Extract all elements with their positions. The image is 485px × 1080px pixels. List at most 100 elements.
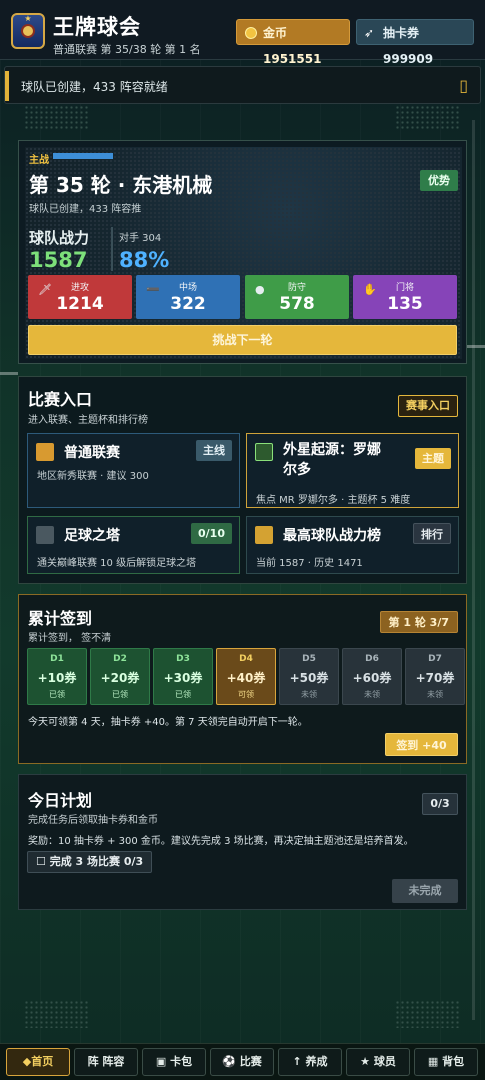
club-crest-icon[interactable]: ★ [11, 13, 45, 49]
notice-close-icon[interactable]: ▯ [459, 76, 468, 95]
theme-badge: 主题 [415, 448, 451, 469]
challenge-next-round-button[interactable]: 挑战下一轮 [28, 325, 457, 355]
signin-day[interactable]: D3 +30券 已领 [153, 648, 213, 705]
plan-count-badge: 0/3 [422, 793, 458, 815]
card-title: 外星起源：罗娜 尔多 [283, 440, 381, 480]
card-subtitle: 地区新秀联赛 · 建议 300 [37, 471, 149, 482]
signin-day[interactable]: D2 +20券 已领 [90, 648, 150, 705]
bottom-nav: ◆首页 阵 阵容 ▣ 卡包 ⚽ 比赛 ↑ 养成 ★ 球员 ▦ 背包 [0, 1043, 485, 1080]
decor-dots [24, 100, 90, 130]
incomplete-button[interactable]: 未完成 [392, 879, 458, 903]
football-tower-card[interactable]: 足球之塔 通关巅峰联赛 10 级后解锁足球之塔 0/10 [27, 516, 240, 574]
stat-value: 578 [279, 294, 315, 314]
day-label: D3 [176, 654, 190, 664]
nav-bag[interactable]: ▦ 背包 [414, 1048, 478, 1076]
stat-label: 进攻 [70, 283, 89, 293]
day-label: D6 [365, 654, 379, 664]
stat-label: 中场 [178, 283, 197, 293]
day-status: 未领 [301, 690, 317, 699]
signin-day[interactable]: D4 +40券 可领 [216, 648, 276, 705]
section-subtitle: 完成任务后领取抽卡券和金币 [28, 815, 158, 826]
card-title: 足球之塔 [64, 528, 120, 544]
stat-midfield: ➖ 中场 322 [136, 275, 240, 319]
nav-home[interactable]: ◆首页 [6, 1048, 70, 1076]
opponent-power: 对手 304 [119, 233, 162, 244]
top-bar: ★ 王牌球会 普通联赛 第 35/38 轮 第 1 名 金币 1951551 ➶… [0, 0, 485, 66]
signin-note: 今天可领第 4 天，抽卡券 +40。第 7 天领完自动开启下一轮。 [28, 717, 308, 728]
notice-bar: 球队已创建，433 阵容就绪 ▯ [4, 66, 481, 104]
app-title: 王牌球会 [53, 15, 141, 39]
day-reward: +50券 [289, 671, 329, 685]
tower-progress-badge: 0/10 [191, 523, 232, 544]
pitch-line [467, 345, 485, 348]
stat-attack: 🗡 进攻 1214 [28, 275, 132, 319]
signin-day[interactable]: D7 +70券 未领 [405, 648, 465, 705]
card-subtitle: 通关巅峰联赛 10 级后解锁足球之塔 [37, 558, 197, 569]
theme-cup-card[interactable]: 外星起源：罗娜 尔多 焦点 MR 罗娜尔多 · 主题杯 5 难度 主题 [246, 433, 459, 508]
day-status: 未领 [364, 690, 380, 699]
normal-league-card[interactable]: 普通联赛 地区新秀联赛 · 建议 300 主线 [27, 433, 240, 508]
signin-day[interactable]: D1 +10券 已领 [27, 648, 87, 705]
signin-day[interactable]: D5 +50券 未领 [279, 648, 339, 705]
card-title: 最高球队战力榜 [283, 528, 381, 544]
day-label: D1 [50, 654, 64, 664]
nav-lineup[interactable]: 阵 阵容 [74, 1048, 138, 1076]
nav-players[interactable]: ★ 球员 [346, 1048, 410, 1076]
day-reward: +10券 [37, 671, 77, 685]
mainline-badge: 主线 [196, 440, 232, 461]
league-status: 普通联赛 第 35/38 轮 第 1 名 [53, 43, 201, 56]
card-title-line1: 外星起源：罗娜 [283, 442, 381, 458]
advantage-badge: 优势 [420, 170, 458, 191]
task-checkbox[interactable]: ☐ 完成 3 场比赛 0/3 [27, 851, 153, 873]
round-title: 第 35 轮 · 东港机械 [29, 173, 213, 197]
stat-label: 防守 [287, 283, 306, 293]
pitch-line [472, 120, 475, 1020]
divider [111, 227, 113, 271]
day-label: D7 [428, 654, 442, 664]
gold-balance[interactable]: 金币 1951551 [236, 19, 350, 66]
ticket-icon: ➶ [364, 26, 375, 40]
stat-goalkeeper: ✋ 门将 135 [353, 275, 457, 319]
signin-section: 累计签到 累计签到， 签不清 第 1 轮 3/7 D1 +10券 已领 D2 +… [18, 594, 467, 764]
tag-progress-bar [53, 153, 113, 159]
day-reward: +40券 [226, 671, 266, 685]
day-label: D5 [302, 654, 316, 664]
day-status: 已领 [112, 690, 128, 699]
trophy-icon [36, 443, 54, 461]
power-ranking-card[interactable]: 最高球队战力榜 当前 1587 · 历史 1471 排行 [246, 516, 459, 574]
competition-section: 比赛入口 进入联赛、主题杯和排行榜 赛事入口 普通联赛 地区新秀联赛 · 建议 … [18, 376, 467, 584]
ticket-label: 抽卡券 999909 [383, 26, 434, 66]
nav-card-pack[interactable]: ▣ 卡包 [142, 1048, 206, 1076]
stat-value: 1214 [56, 294, 104, 314]
decor-dots [24, 1000, 90, 1028]
card-title: 普通联赛 [64, 445, 120, 461]
day-status: 已领 [175, 690, 191, 699]
card-subtitle: 当前 1587 · 历史 1471 [256, 558, 363, 569]
signin-round-badge: 第 1 轮 3/7 [379, 611, 458, 633]
day-label: D2 [113, 654, 127, 664]
section-subtitle: 进入联赛、主题杯和排行榜 [28, 415, 148, 426]
tower-icon [36, 526, 54, 544]
alien-icon [255, 443, 273, 461]
event-entry-button[interactable]: 赛事入口 [398, 395, 458, 417]
ranking-badge: 排行 [413, 523, 451, 544]
gold-label: 金币 1951551 [263, 26, 322, 66]
signin-button[interactable]: 签到 +40 [385, 733, 458, 756]
nav-develop[interactable]: ↑ 养成 [278, 1048, 342, 1076]
ticket-balance[interactable]: ➶ 抽卡券 999909 [356, 19, 474, 66]
card-title-line2: 尔多 [283, 462, 311, 478]
signin-day[interactable]: D6 +60券 未领 [342, 648, 402, 705]
day-label: D4 [239, 654, 253, 664]
team-power-label: 球队战力 [29, 229, 90, 247]
round-subtitle: 球队已创建，433 阵容推 [29, 204, 142, 215]
coin-icon [245, 27, 257, 39]
notice-text: 球队已创建，433 阵容就绪 [21, 80, 168, 94]
main-tag: 主战 [29, 155, 49, 166]
nav-match[interactable]: ⚽ 比赛 [210, 1048, 274, 1076]
daily-plan-section: 今日计划 完成任务后领取抽卡券和金币 0/3 奖励：10 抽卡券 + 300 金… [18, 774, 467, 910]
section-title: 今日计划 [28, 791, 93, 810]
day-status: 已领 [49, 690, 65, 699]
day-status: 可领 [238, 690, 254, 699]
cup-icon [255, 526, 273, 544]
day-status: 未领 [427, 690, 443, 699]
